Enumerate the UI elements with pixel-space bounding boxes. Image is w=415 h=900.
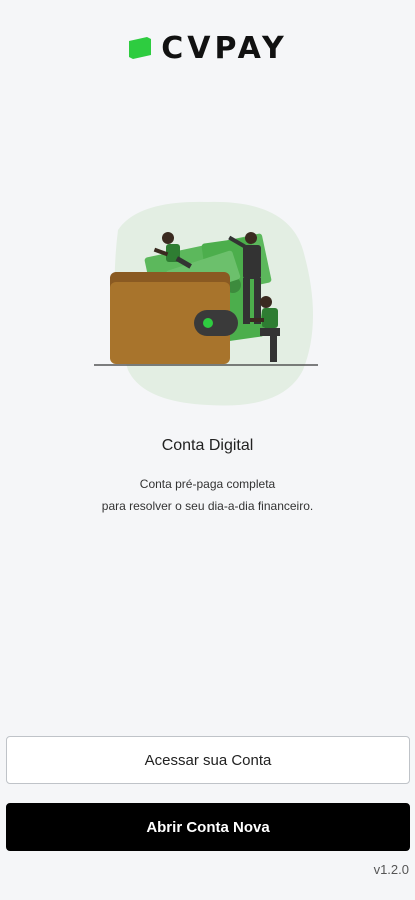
wallet-money-illustration [94, 201, 318, 406]
hero-subtitle: Conta pré-paga completa para resolver o … [0, 473, 415, 517]
hero-subtitle-line1: Conta pré-paga completa [139, 477, 276, 491]
login-button[interactable]: Acessar sua Conta [6, 736, 410, 784]
login-button-label: Acessar sua Conta [144, 751, 272, 769]
signup-button-label: Abrir Conta Nova [146, 818, 270, 836]
hero-subtitle-line2: para resolver o seu dia-a-dia financeiro… [101, 499, 314, 513]
app-version: v1.2.0 [373, 862, 409, 877]
app-logo: CVPAY [0, 30, 415, 66]
hero-title: Conta Digital [161, 437, 254, 454]
signup-button[interactable]: Abrir Conta Nova [6, 803, 410, 851]
cvpay-logo-icon [129, 37, 152, 59]
brand-name: CVPAY [161, 30, 288, 66]
